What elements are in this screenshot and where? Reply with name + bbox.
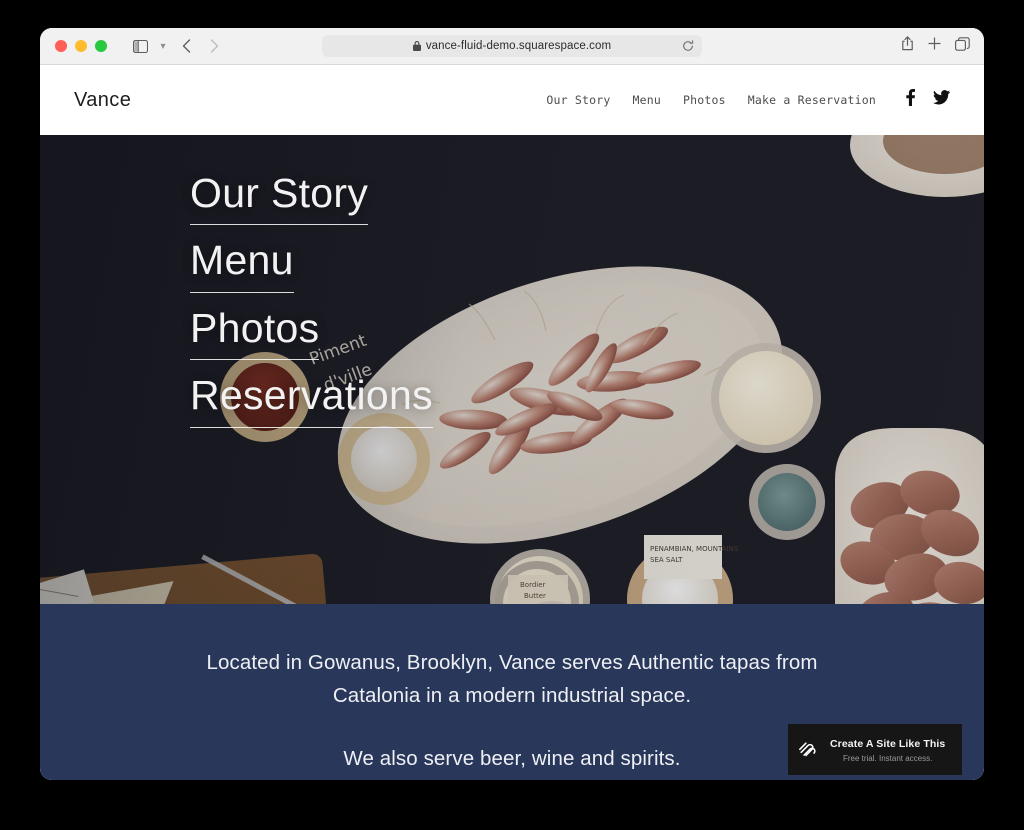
nav-link-menu[interactable]: Menu	[633, 93, 662, 107]
site-header: Vance Our Story Menu Photos Make a Reser…	[40, 65, 984, 135]
address-bar[interactable]: vance-fluid-demo.squarespace.com	[322, 35, 702, 57]
nav-link-make-a-reservation[interactable]: Make a Reservation	[748, 93, 876, 107]
promo-subtitle: Free trial. Instant access.	[842, 754, 933, 763]
tab-overview-icon[interactable]	[955, 36, 970, 56]
reload-icon[interactable]	[682, 40, 694, 52]
twitter-icon[interactable]	[933, 90, 950, 110]
share-icon[interactable]	[901, 36, 914, 56]
forward-arrow-icon	[201, 34, 227, 58]
chevron-down-icon[interactable]: ▾	[155, 41, 171, 52]
browser-window: ▾ vance-fluid-demo.squarespace.com Vance…	[40, 28, 984, 780]
intro-section: Located in Gowanus, Brooklyn, Vance serv…	[40, 604, 984, 780]
plus-icon[interactable]	[928, 37, 941, 55]
site-logo[interactable]: Vance	[74, 89, 131, 112]
hero-link-reservations[interactable]: Reservations	[190, 369, 433, 428]
minimize-window-button[interactable]	[75, 40, 87, 52]
squarespace-promo-badge[interactable]: Create A Site Like This Free trial. Inst…	[788, 724, 962, 775]
address-bar-url: vance-fluid-demo.squarespace.com	[425, 40, 612, 52]
back-arrow-icon[interactable]	[173, 34, 199, 58]
intro-paragraph-1: Located in Gowanus, Brooklyn, Vance serv…	[206, 651, 818, 708]
facebook-icon[interactable]	[906, 89, 915, 111]
close-window-button[interactable]	[55, 40, 67, 52]
web-page: Vance Our Story Menu Photos Make a Reser…	[40, 65, 984, 780]
hero-overlay	[40, 135, 984, 604]
hero-link-our-story[interactable]: Our Story	[190, 167, 369, 226]
hero-link-menu[interactable]: Menu	[190, 234, 294, 293]
intro-paragraph-2: We also serve beer, wine and spirits.	[343, 747, 681, 771]
toolbar-nav-group: ▾	[127, 34, 227, 58]
nav-link-our-story[interactable]: Our Story	[546, 93, 610, 107]
hero-link-photos[interactable]: Photos	[190, 302, 320, 361]
toolbar-right-actions	[901, 36, 970, 56]
site-navigation: Our Story Menu Photos Make a Reservation	[546, 89, 950, 111]
promo-title: Create A Site Like This	[830, 738, 946, 750]
browser-toolbar: ▾ vance-fluid-demo.squarespace.com	[40, 28, 984, 65]
hero-section: Piment d'ville PENAMBIAN, MOUNTAINS SEA …	[40, 135, 984, 604]
social-links	[906, 89, 950, 111]
squarespace-logo-icon	[798, 739, 820, 761]
sidebar-toggle-icon[interactable]	[127, 34, 153, 58]
window-traffic-lights	[55, 40, 107, 52]
lock-icon	[412, 41, 421, 51]
hero-link-list: Our Story Menu Photos Reservations	[190, 167, 433, 428]
zoom-window-button[interactable]	[95, 40, 107, 52]
nav-link-photos[interactable]: Photos	[683, 93, 726, 107]
